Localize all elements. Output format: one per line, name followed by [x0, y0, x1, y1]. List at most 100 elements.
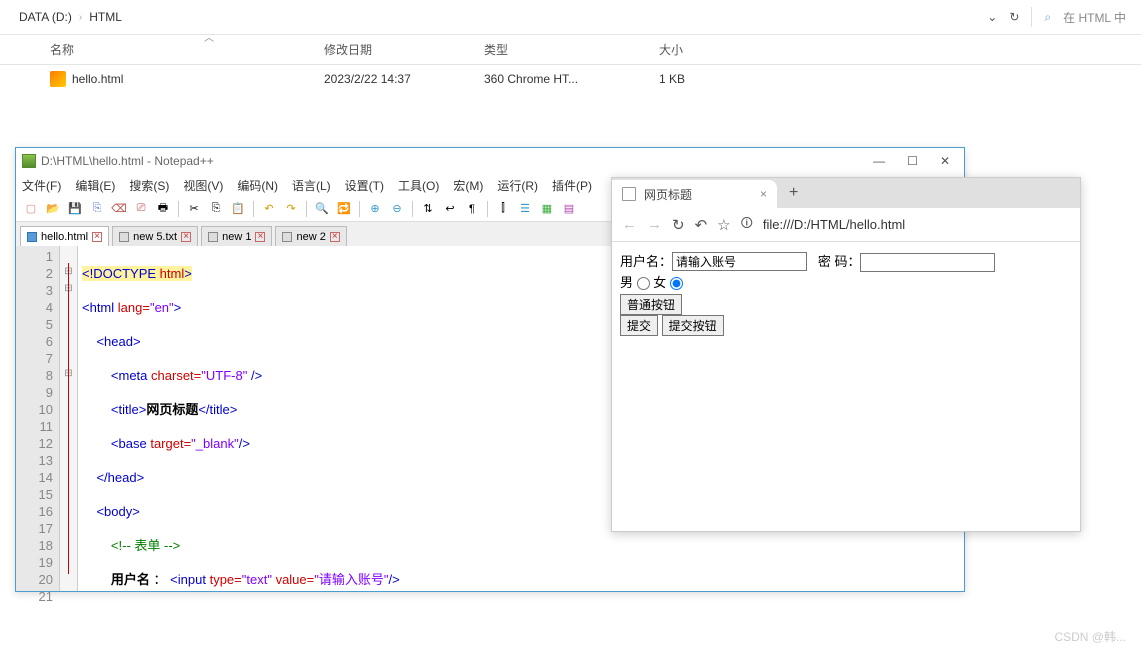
browser-tab[interactable]: 网页标题 × [612, 180, 777, 208]
func-list-icon[interactable]: ☰ [516, 200, 534, 218]
file-saved-icon [119, 232, 129, 242]
user-input[interactable] [672, 252, 807, 271]
col-type[interactable]: 类型 [484, 41, 659, 58]
label-password: 密 码： [818, 254, 861, 269]
tab-close-icon[interactable]: × [330, 232, 340, 242]
open-icon[interactable]: 📂 [44, 200, 62, 218]
redo-icon[interactable]: ↷ [282, 200, 300, 218]
paste-icon[interactable]: 📋 [229, 200, 247, 218]
indent-guide-icon[interactable]: ⫿ [494, 200, 512, 218]
menu-item[interactable]: 设置(T) [345, 177, 384, 194]
undo-icon[interactable]: ↶ [260, 200, 278, 218]
show-all-icon[interactable]: ¶ [463, 200, 481, 218]
separator [1031, 7, 1032, 27]
refresh-icon[interactable]: ↻ [1009, 10, 1019, 24]
html-file-icon [50, 71, 66, 87]
save-icon[interactable]: 💾 [66, 200, 84, 218]
column-headers: ︿ 名称 修改日期 类型 大小 [0, 35, 1141, 65]
chevron-right-icon: › [79, 12, 82, 23]
file-name: hello.html [72, 72, 123, 86]
close-icon[interactable]: ✕ [940, 154, 950, 168]
breadcrumb-seg[interactable]: DATA (D:) [15, 8, 76, 26]
file-saved-icon [27, 232, 37, 242]
url-field[interactable]: file:///D:/HTML/hello.html [763, 217, 905, 232]
reload-icon[interactable]: ↻ [672, 216, 685, 234]
app-icon [22, 154, 36, 168]
file-type: 360 Chrome HT... [484, 72, 659, 86]
new-tab-icon[interactable]: + [789, 184, 798, 202]
file-saved-icon [282, 232, 292, 242]
wrap-icon[interactable]: ↩ [441, 200, 459, 218]
search-icon[interactable]: ⌕ [1044, 10, 1051, 25]
menu-item[interactable]: 视图(V) [183, 177, 223, 194]
maximize-icon[interactable]: ☐ [907, 154, 918, 168]
submit-button-2[interactable]: 提交按钮 [662, 315, 724, 336]
dropdown-caret-icon[interactable]: ⌄ [987, 10, 997, 24]
menu-item[interactable]: 语言(L) [292, 177, 331, 194]
menu-item[interactable]: 工具(O) [398, 177, 439, 194]
label-male: 男 [620, 275, 633, 290]
tab-close-icon[interactable]: × [181, 232, 191, 242]
restore-icon[interactable]: ↶ [695, 216, 708, 234]
label-female: 女 [653, 275, 666, 290]
line-numbers: 123456789101112131415161718192021 [16, 246, 60, 591]
sync-icon[interactable]: ⇅ [419, 200, 437, 218]
doc-map-icon[interactable]: ▤ [560, 200, 578, 218]
back-icon[interactable]: ← [622, 216, 637, 233]
col-name[interactable]: 名称 [50, 41, 324, 58]
col-size[interactable]: 大小 [659, 41, 759, 58]
title-bar[interactable]: D:\HTML\hello.html - Notepad++ — ☐ ✕ [16, 148, 964, 174]
menu-item[interactable]: 编辑(E) [75, 177, 115, 194]
tab-close-icon[interactable]: × [760, 187, 767, 201]
browser-tabbar: 网页标题 × + [612, 178, 1080, 208]
file-row[interactable]: hello.html 2023/2/22 14:37 360 Chrome HT… [0, 65, 1141, 93]
radio-female[interactable] [670, 277, 683, 290]
breadcrumb-seg[interactable]: HTML [85, 8, 126, 26]
menu-item[interactable]: 搜索(S) [129, 177, 169, 194]
window-title: D:\HTML\hello.html - Notepad++ [41, 154, 214, 168]
radio-male[interactable] [637, 277, 650, 290]
close-all-icon[interactable]: ⎚ [132, 200, 150, 218]
fold-gutter[interactable]: ⊟⊟ ⊟ [60, 246, 78, 591]
new-file-icon[interactable]: ▢ [22, 200, 40, 218]
cut-icon[interactable]: ✂ [185, 200, 203, 218]
folder-tree-icon[interactable]: ▦ [538, 200, 556, 218]
menu-item[interactable]: 插件(P) [552, 177, 592, 194]
file-saved-icon [208, 232, 218, 242]
menu-item[interactable]: 编码(N) [237, 177, 278, 194]
address-bar: ← → ↻ ↶ ☆ 🛈 file:///D:/HTML/hello.html [612, 208, 1080, 242]
zoom-in-icon[interactable]: ⊕ [366, 200, 384, 218]
submit-button[interactable]: 提交 [620, 315, 658, 336]
search-hint[interactable]: 在 HTML 中 [1063, 9, 1126, 26]
forward-icon[interactable]: → [647, 216, 662, 233]
star-icon[interactable]: ☆ [717, 216, 730, 234]
caret-up-icon: ︿ [204, 29, 214, 44]
zoom-out-icon[interactable]: ⊖ [388, 200, 406, 218]
tab-hello[interactable]: hello.html× [20, 226, 109, 246]
page-body: 用户名： 密 码： 男 女 普通按钮 提交 提交按钮 [612, 242, 1080, 347]
replace-icon[interactable]: 🔁 [335, 200, 353, 218]
breadcrumb-bar: DATA (D:) › HTML ⌄ ↻ ⌕ 在 HTML 中 [0, 0, 1141, 35]
minimize-icon[interactable]: — [873, 154, 885, 168]
tab-close-icon[interactable]: × [255, 232, 265, 242]
normal-button[interactable]: 普通按钮 [620, 294, 682, 315]
close-file-icon[interactable]: ⌫ [110, 200, 128, 218]
tab-title: 网页标题 [644, 186, 692, 203]
menu-item[interactable]: 运行(R) [497, 177, 538, 194]
tab-close-icon[interactable]: × [92, 232, 102, 242]
menu-item[interactable]: 文件(F) [22, 177, 61, 194]
tab-new2[interactable]: new 2× [275, 226, 346, 246]
menu-item[interactable]: 宏(M) [453, 177, 483, 194]
browser-window: 网页标题 × + ← → ↻ ↶ ☆ 🛈 file:///D:/HTML/hel… [611, 177, 1081, 532]
copy-icon[interactable]: ⎘ [207, 200, 225, 218]
watermark: CSDN @韩... [1054, 628, 1126, 645]
label-user: 用户名： [620, 254, 672, 269]
find-icon[interactable]: 🔍 [313, 200, 331, 218]
tab-new5[interactable]: new 5.txt× [112, 226, 198, 246]
tab-new1[interactable]: new 1× [201, 226, 272, 246]
col-modified[interactable]: 修改日期 [324, 41, 484, 58]
print-icon[interactable]: 🖶 [154, 200, 172, 218]
explorer-window: DATA (D:) › HTML ⌄ ↻ ⌕ 在 HTML 中 ︿ 名称 修改日… [0, 0, 1141, 140]
password-input[interactable] [860, 253, 995, 272]
save-all-icon[interactable]: ⎘ [88, 200, 106, 218]
